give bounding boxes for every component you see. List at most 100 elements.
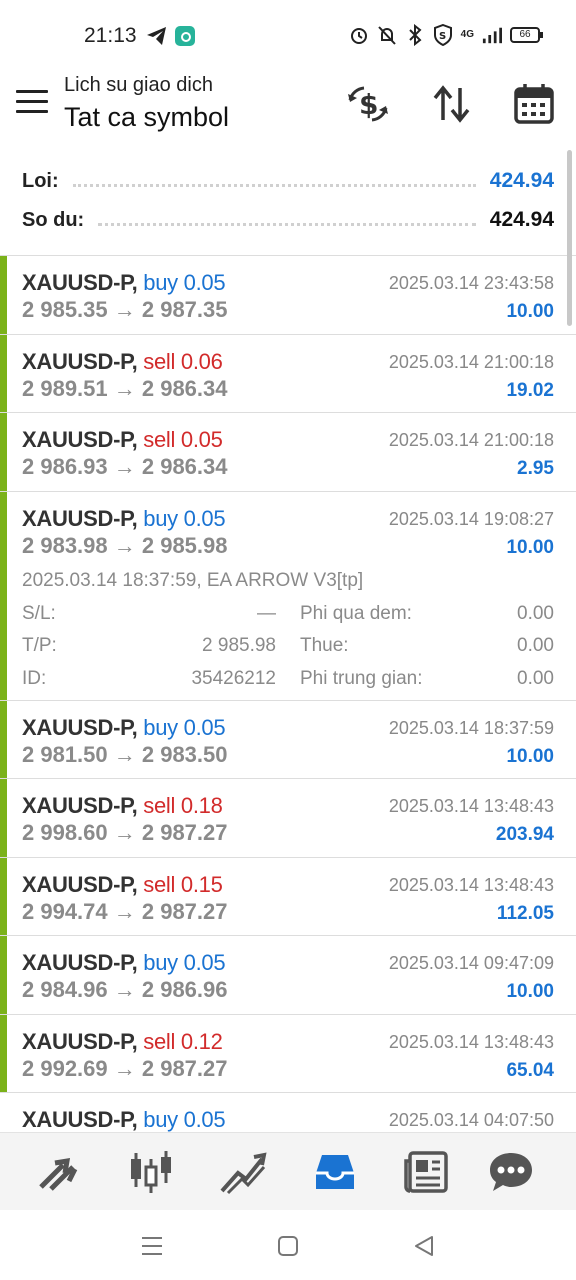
trade-prices: 2 981.50 → 2 983.50 <box>22 742 228 767</box>
detail-row-id: ID: 35426212 Phi trung gian: 0.00 <box>22 668 554 692</box>
trade-profit: 10.00 <box>506 301 554 322</box>
header-title[interactable]: Tat ca symbol <box>64 102 229 133</box>
trade-symbol: XAUUSD-P, <box>22 1029 138 1054</box>
detail-row-tp: T/P: 2 985.98 Thue: 0.00 <box>22 635 554 659</box>
system-navigation-bar <box>0 1210 576 1280</box>
trade-symbol-line: XAUUSD-P, buy 0.05 <box>22 270 226 296</box>
telegram-icon <box>147 27 166 45</box>
scrollbar[interactable] <box>567 150 572 326</box>
trend-line-icon[interactable] <box>218 1147 268 1197</box>
trade-prices: 2 984.96 → 2 986.96 <box>22 977 228 1002</box>
trade-side: buy 0.05 <box>143 506 226 531</box>
trade-side: sell 0.06 <box>143 349 223 374</box>
trade-profit: 65.04 <box>506 1060 554 1081</box>
trade-datetime: 2025.03.14 21:00:18 <box>388 430 554 450</box>
commission-value: 0.00 <box>517 668 554 689</box>
recent-apps-icon[interactable] <box>138 1232 166 1260</box>
mute-bell-icon <box>377 26 396 45</box>
profit-label: Loi: <box>22 169 59 192</box>
trade-datetime: 2025.03.14 13:48:43 <box>388 796 554 816</box>
trade-profit: 2.95 <box>517 458 554 479</box>
trade-side-indicator <box>0 335 7 412</box>
alarm-icon <box>350 28 367 44</box>
history-inbox-icon[interactable] <box>310 1147 360 1197</box>
trade-symbol-line: XAUUSD-P, sell 0.15 <box>22 872 223 898</box>
back-icon[interactable] <box>410 1232 438 1260</box>
trade-prices: 2 983.98 → 2 985.98 <box>22 533 228 558</box>
trade-side: sell 0.15 <box>143 872 223 897</box>
candlestick-chart-icon[interactable] <box>126 1147 176 1197</box>
home-icon[interactable] <box>274 1232 302 1260</box>
trade-datetime: 2025.03.14 19:08:27 <box>388 509 554 529</box>
battery-icon: 66 <box>510 27 543 43</box>
svg-text:$: $ <box>359 88 378 121</box>
hamburger-menu-icon[interactable] <box>16 90 48 116</box>
tp-value: 2 985.98 <box>202 635 276 656</box>
trade-datetime: 2025.03.14 04:07:50 <box>388 1110 554 1130</box>
trade-datetime: 2025.03.14 23:43:58 <box>388 273 554 293</box>
trade-row[interactable]: XAUUSD-P, sell 0.12 2025.03.14 13:48:43 … <box>0 1015 576 1093</box>
trade-side-indicator <box>0 701 7 778</box>
trade-symbol-line: XAUUSD-P, sell 0.18 <box>22 793 223 819</box>
trade-prices: 2 994.74 → 2 987.27 <box>22 899 228 924</box>
trade-prices: 2 985.35 → 2 987.35 <box>22 297 228 322</box>
trade-symbol: XAUUSD-P, <box>22 950 138 975</box>
news-icon[interactable] <box>402 1147 452 1197</box>
trade-row[interactable]: XAUUSD-P, sell 0.15 2025.03.14 13:48:43 … <box>0 858 576 936</box>
trade-side-indicator <box>0 779 7 857</box>
trade-symbol: XAUUSD-P, <box>22 793 138 818</box>
trade-symbol: XAUUSD-P, <box>22 427 138 452</box>
trade-prices: 2 998.60 → 2 987.27 <box>22 820 228 845</box>
trade-side-indicator <box>0 1015 7 1092</box>
dotted-leader <box>72 175 476 187</box>
tax-label: Thue: <box>300 635 349 656</box>
dotted-leader <box>98 214 476 226</box>
profit-row: Loi: 424.94 <box>22 166 554 196</box>
balance-row: So du: 424.94 <box>22 205 554 235</box>
id-label: ID: <box>22 668 47 689</box>
swap-label: Phi qua dem: <box>300 603 412 624</box>
trade-side: buy 0.05 <box>143 950 226 975</box>
shield-s-icon: S <box>433 24 452 46</box>
trade-side: sell 0.05 <box>143 427 223 452</box>
swap-value: 0.00 <box>517 603 554 624</box>
trade-side-indicator <box>0 256 7 334</box>
trade-row[interactable]: XAUUSD-P, buy 0.05 2025.03.14 23:43:58 2… <box>0 256 576 335</box>
trade-arrows-icon[interactable] <box>33 1147 83 1197</box>
trade-profit: 112.05 <box>496 903 554 924</box>
trade-symbol: XAUUSD-P, <box>22 506 138 531</box>
trade-row[interactable]: XAUUSD-P, sell 0.05 2025.03.14 21:00:18 … <box>0 413 576 492</box>
app-notification-icon <box>175 26 195 46</box>
trade-profit: 10.00 <box>506 981 554 1002</box>
tax-value: 0.00 <box>517 635 554 656</box>
bluetooth-icon <box>408 24 422 46</box>
trade-row[interactable]: XAUUSD-P, sell 0.18 2025.03.14 13:48:43 … <box>0 779 576 858</box>
trade-open-info: 2025.03.14 18:37:59, EA ARROW V3[tp] <box>22 570 364 591</box>
trade-row[interactable]: XAUUSD-P, buy 0.05 2025.03.14 18:37:59 2… <box>0 701 576 779</box>
trade-row[interactable]: XAUUSD-P, sell 0.06 2025.03.14 21:00:18 … <box>0 335 576 413</box>
trade-side-indicator <box>0 858 7 935</box>
header-subtitle: Lich su giao dich <box>64 74 213 96</box>
trade-symbol-line: XAUUSD-P, buy 0.05 <box>22 506 226 532</box>
trade-datetime: 2025.03.14 18:37:59 <box>388 718 554 738</box>
trade-row[interactable]: XAUUSD-P, buy 0.05 2025.03.14 04:07:50 <box>0 1093 576 1132</box>
trade-datetime: 2025.03.14 09:47:09 <box>388 953 554 973</box>
trade-side: sell 0.12 <box>143 1029 223 1054</box>
currency-exchange-icon[interactable]: $ <box>346 82 390 126</box>
trade-side: sell 0.18 <box>143 793 223 818</box>
trade-prices: 2 989.51 → 2 986.34 <box>22 376 228 401</box>
trade-profit: 19.02 <box>506 380 554 401</box>
trade-row[interactable]: XAUUSD-P, buy 0.05 2025.03.14 09:47:09 2… <box>0 936 576 1015</box>
trade-row-expanded[interactable]: XAUUSD-P, buy 0.05 2025.03.14 19:08:27 2… <box>0 492 576 701</box>
trade-datetime: 2025.03.14 13:48:43 <box>388 875 554 895</box>
trade-symbol-line: XAUUSD-P, buy 0.05 <box>22 715 226 741</box>
trade-symbol: XAUUSD-P, <box>22 872 138 897</box>
account-summary: Loi: 424.94 So du: 424.94 <box>0 158 576 256</box>
chat-icon[interactable] <box>486 1147 536 1197</box>
sl-label: S/L: <box>22 603 56 624</box>
detail-row-sl: S/L: — Phi qua dem: 0.00 <box>22 603 554 627</box>
trade-symbol-line: XAUUSD-P, sell 0.05 <box>22 427 223 453</box>
sort-icon[interactable] <box>430 82 474 126</box>
svg-text:S: S <box>439 31 446 42</box>
calendar-icon[interactable] <box>512 82 556 126</box>
